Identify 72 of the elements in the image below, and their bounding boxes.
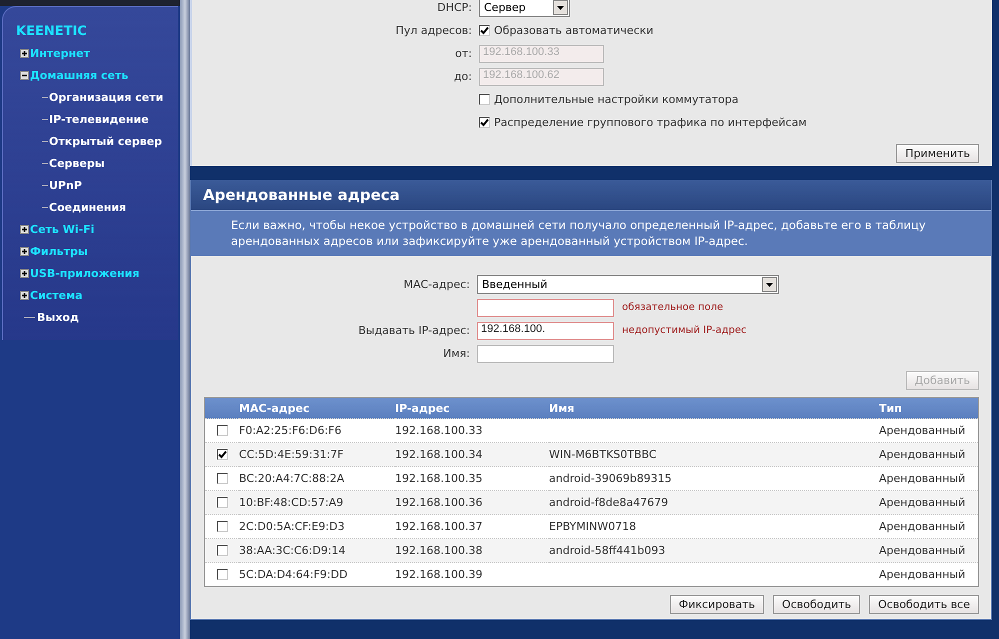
table-cell: 192.168.100.39: [395, 562, 549, 586]
table-cell: 5C:DA:D4:64:F9:DD: [239, 562, 395, 586]
expand-icon[interactable]: [20, 48, 29, 58]
apply-button[interactable]: Применить: [896, 144, 979, 163]
field-label: Имя:: [442, 347, 471, 360]
checkbox[interactable]: [479, 25, 490, 36]
row-checkbox[interactable]: [216, 569, 228, 580]
table-cell: Арендованный: [879, 442, 978, 466]
table-cell: 192.168.100.34: [395, 442, 549, 466]
field-label: от:: [454, 47, 473, 60]
row-checkbox[interactable]: [216, 521, 228, 532]
table-cell: Арендованный: [879, 490, 978, 514]
table-cell: 192.168.100.38: [395, 538, 549, 562]
table-cell: android-f8de8a47679: [549, 490, 879, 514]
row-checkbox[interactable]: [216, 449, 228, 460]
expand-icon[interactable]: [20, 290, 29, 300]
action-button[interactable]: Фиксировать: [670, 595, 764, 614]
nav-subitem[interactable]: Организация сети: [49, 90, 164, 104]
nav-subitem[interactable]: Серверы: [49, 156, 105, 170]
column-header[interactable]: Тип: [879, 398, 978, 418]
checkbox-label: Образовать автоматически: [494, 24, 654, 37]
nav-item[interactable]: Система: [30, 288, 83, 302]
expand-icon[interactable]: [20, 268, 29, 278]
error-message: обязательное поле: [622, 302, 724, 313]
field-label: DHCP:: [436, 1, 473, 14]
mac-input-field[interactable]: [477, 298, 614, 316]
brand-logo: KEENETIC: [16, 24, 87, 39]
nav-item[interactable]: USB-приложения: [30, 266, 140, 280]
checkbox-label: Распределение группового трафика по интерфейсам: [494, 116, 807, 129]
collapse-icon[interactable]: [20, 70, 29, 80]
field-label: Выдавать IP-адрес:: [357, 324, 471, 337]
nav-subitem[interactable]: Открытый сервер: [49, 134, 162, 148]
field-label: до:: [452, 70, 473, 83]
nav-item[interactable]: Сеть Wi-Fi: [30, 222, 94, 236]
row-checkbox[interactable]: [216, 545, 228, 556]
table-cell: android-58ff441b093: [549, 538, 879, 562]
checkbox[interactable]: [479, 117, 490, 128]
expand-icon[interactable]: [20, 246, 29, 256]
field-label: Пул адресов:: [394, 24, 473, 37]
row-checkbox[interactable]: [216, 497, 228, 508]
ip-input-field[interactable]: 192.168.100.: [477, 322, 614, 340]
action-button[interactable]: Освободить все: [869, 595, 979, 614]
column-header[interactable]: Имя: [549, 398, 879, 418]
field-label: MAC-адрес:: [402, 278, 471, 291]
column-header[interactable]: MAC-адрес: [239, 398, 395, 418]
name-input-field[interactable]: [477, 344, 614, 362]
row-checkbox[interactable]: [216, 473, 228, 484]
table-cell: 10:BF:48:CD:57:A9: [239, 490, 395, 514]
table-cell: 38:AA:3C:C6:D9:14: [239, 538, 395, 562]
nav-subitem[interactable]: IP-телевидение: [49, 112, 149, 126]
table-cell: Арендованный: [879, 538, 978, 562]
error-message: недопустимый IP-адрес: [622, 325, 747, 336]
expand-icon[interactable]: [20, 224, 29, 234]
checkbox[interactable]: [479, 94, 490, 105]
nav-item[interactable]: Фильтры: [30, 244, 88, 258]
section-title: Арендованные адреса: [203, 186, 400, 204]
nav-subitem[interactable]: UPnP: [49, 178, 82, 192]
row-checkbox[interactable]: [216, 425, 228, 436]
nav-subitem[interactable]: Соединения: [49, 200, 126, 214]
dhcp-select[interactable]: Сервер: [479, 0, 570, 17]
table-cell: Арендованный: [879, 562, 978, 586]
table-cell: WIN-M6BTKS0TBBC: [549, 442, 879, 466]
table-cell: CC:5D:4E:59:31:7F: [239, 442, 395, 466]
checkbox-label: Дополнительные настройки коммутатора: [494, 93, 738, 106]
nav-item[interactable]: Домашняя сеть: [30, 68, 128, 82]
table-cell: 192.168.100.36: [395, 490, 549, 514]
mac-select[interactable]: Введенный: [477, 275, 779, 294]
column-header[interactable]: IP-адрес: [395, 398, 549, 418]
action-button[interactable]: Освободить: [773, 595, 860, 614]
section-description: Если важно, чтобы некое устройство в домашней сети получало определенный IP-адрес, добавьте его в таблицу арендованных адресов или зафиксируйте уже арендованный устройством IP-адрес.: [191, 210, 991, 256]
nav-item[interactable]: Выход: [37, 310, 79, 324]
nav-item[interactable]: Интернет: [30, 46, 90, 60]
